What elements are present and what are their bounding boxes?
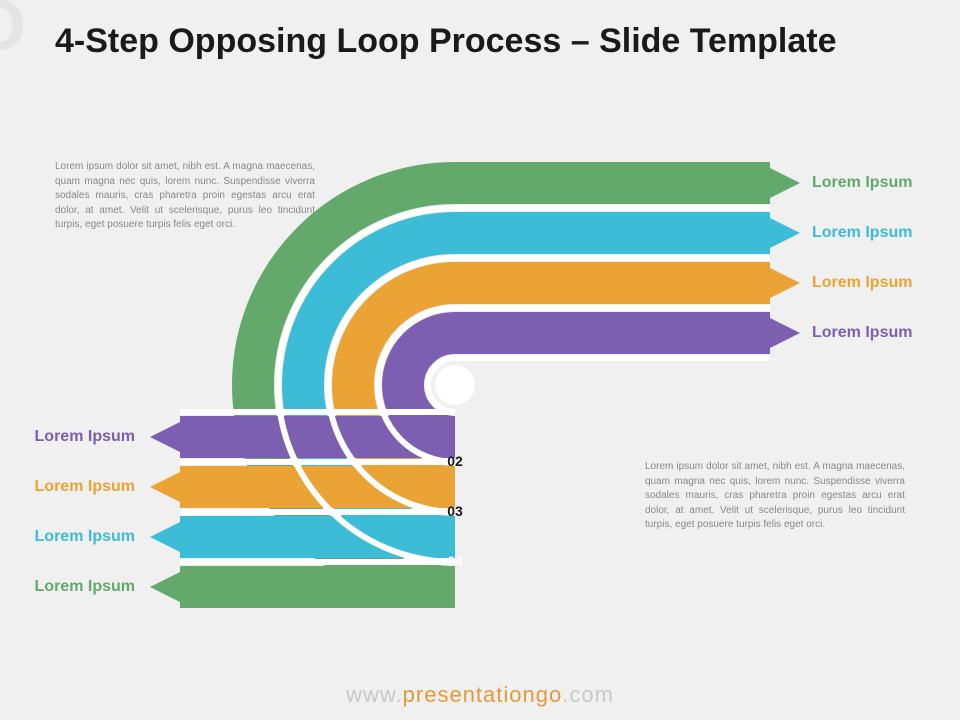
loop-diagram: 01 02 03 04 — [0, 0, 960, 720]
label-left-2: Lorem Ipsum — [35, 478, 135, 496]
label-right-4: Lorem Ipsum — [812, 174, 912, 192]
label-left-3: Lorem Ipsum — [35, 528, 135, 546]
number-02: 02 — [447, 453, 463, 469]
label-right-1: Lorem Ipsum — [812, 324, 912, 342]
page-title: 4-Step Opposing Loop Process – Slide Tem… — [55, 22, 837, 61]
footer-suffix: .com — [562, 682, 614, 707]
number-04: 04 — [447, 553, 463, 569]
label-right-2: Lorem Ipsum — [812, 274, 912, 292]
paragraph-top-left: Lorem ipsum dolor sit amet, nibh est. A … — [55, 160, 315, 233]
label-right-3: Lorem Ipsum — [812, 224, 912, 242]
number-01: 01 — [447, 377, 463, 393]
number-03: 03 — [447, 503, 463, 519]
paragraph-bottom-right: Lorem ipsum dolor sit amet, nibh est. A … — [645, 460, 905, 533]
footer-url: www.presentationgo.com — [0, 682, 960, 708]
footer-domain: presentationgo — [403, 682, 563, 707]
label-left-1: Lorem Ipsum — [35, 428, 135, 446]
label-left-4: Lorem Ipsum — [35, 578, 135, 596]
footer-prefix: www. — [346, 682, 403, 707]
